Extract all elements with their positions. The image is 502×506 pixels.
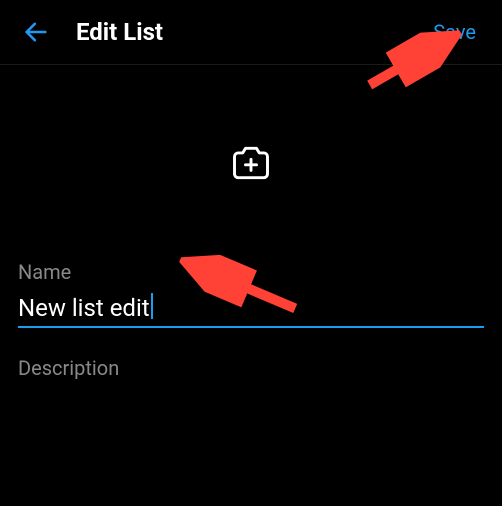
- description-field-group: Description: [18, 356, 484, 380]
- description-label: Description: [18, 356, 484, 380]
- camera-add-icon: [229, 141, 273, 185]
- name-input[interactable]: New list edit: [18, 290, 484, 328]
- name-input-value: New list edit: [18, 292, 150, 328]
- name-field-group: Name New list edit: [18, 260, 484, 328]
- form-area: Name New list edit Description: [0, 260, 502, 380]
- text-caret: [151, 293, 153, 319]
- header-bar: Edit List Save: [0, 0, 502, 65]
- back-arrow-icon: [22, 18, 50, 46]
- input-underline: [18, 326, 484, 328]
- back-button[interactable]: [18, 14, 54, 50]
- add-photo-button[interactable]: [227, 139, 275, 187]
- photo-area: [0, 65, 502, 260]
- save-button[interactable]: Save: [425, 16, 484, 48]
- page-title: Edit List: [76, 18, 425, 46]
- name-label: Name: [18, 260, 484, 284]
